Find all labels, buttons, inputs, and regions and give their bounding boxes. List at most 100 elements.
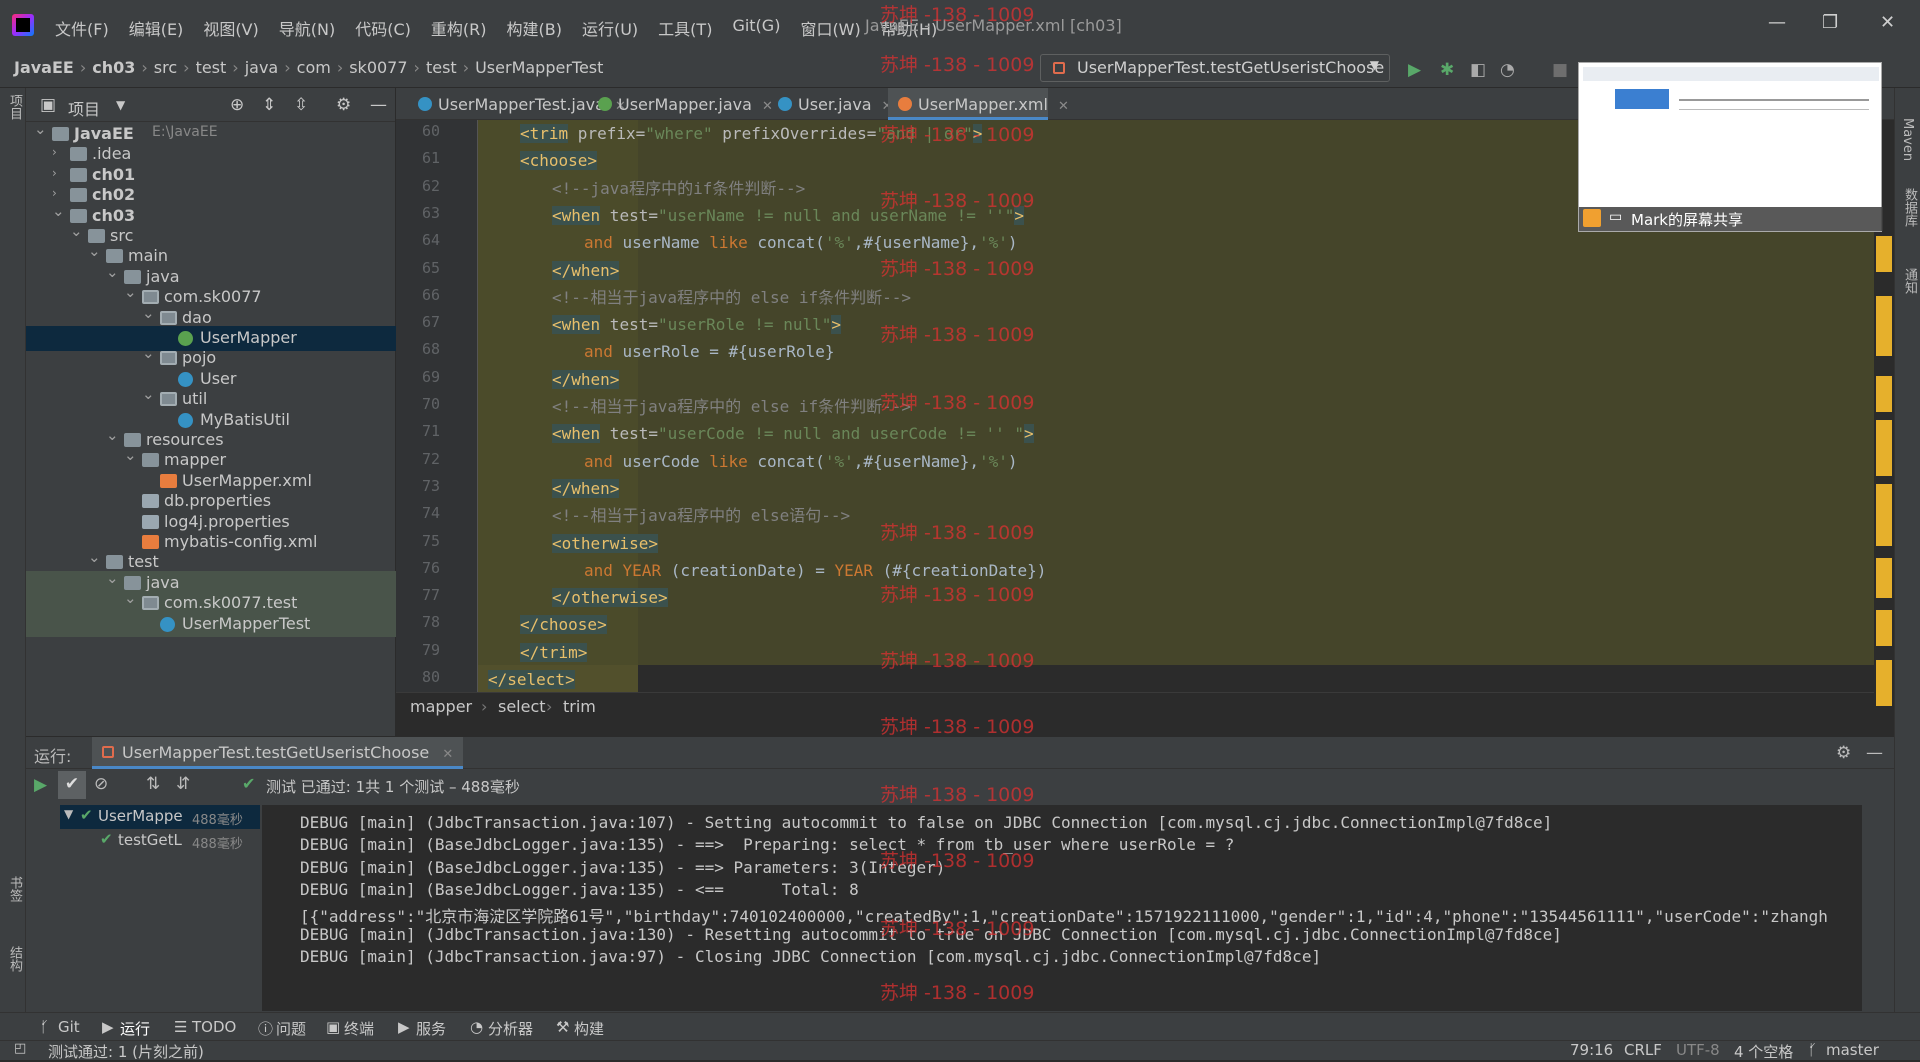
bookmarks-tool-tab[interactable]: 书签 — [5, 876, 24, 902]
breadcrumb-item[interactable]: test — [196, 58, 227, 77]
chevron-down-icon[interactable]: ⌄ — [34, 120, 47, 138]
tree-node[interactable]: UserMapperTest — [26, 611, 396, 637]
editor-tab[interactable]: UserMapper.java ✕ — [588, 88, 773, 120]
chevron-down-icon[interactable]: ⌄ — [142, 344, 155, 362]
tool-window-terminal[interactable]: 终端 — [344, 1018, 374, 1039]
sort-alpha-icon[interactable]: ⇅ — [146, 774, 160, 794]
indent-setting[interactable]: 4 个空格 — [1734, 1041, 1793, 1062]
folder-icon — [88, 229, 105, 243]
debug-icon[interactable]: ✱ — [1440, 60, 1454, 80]
package-icon — [142, 596, 159, 611]
run-configuration-select[interactable]: UserMapperTest.testGetUseristChoose ▼ — [1040, 54, 1390, 82]
coverage-icon[interactable]: ◧ — [1470, 60, 1486, 80]
chevron-down-icon[interactable]: ⌄ — [88, 242, 101, 260]
sort-duration-icon[interactable]: ⇵ — [176, 774, 190, 794]
chevron-down-icon[interactable]: ⌄ — [106, 569, 119, 587]
hide-panel-icon[interactable]: — — [1866, 743, 1883, 763]
stop-icon[interactable]: ■ — [1552, 60, 1568, 80]
screenshare-preview[interactable]: ▭ Mark的屏幕共享 — [1578, 62, 1883, 232]
menu-item[interactable]: 重构(R) — [431, 16, 487, 40]
rerun-icon[interactable]: ▶ — [34, 775, 47, 795]
editor-tab[interactable]: User.java✕ — [768, 88, 893, 120]
chevron-down-icon[interactable]: ⌄ — [88, 548, 101, 566]
restore-icon[interactable]: ❐ — [1822, 12, 1838, 33]
chevron-down-icon[interactable]: ⌄ — [106, 426, 119, 444]
menu-item[interactable]: 编辑(E) — [129, 16, 184, 40]
breadcrumb-item[interactable]: sk0077 — [349, 58, 407, 77]
expand-all-icon[interactable]: ⇕ — [262, 95, 276, 115]
status-panel-icon[interactable]: ◰ — [14, 1041, 26, 1056]
database-tool-tab[interactable]: 数据库 — [1900, 188, 1919, 227]
chevron-down-icon[interactable]: ▼ — [116, 98, 125, 112]
hide-panel-icon[interactable]: — — [370, 95, 387, 115]
menu-item[interactable]: 窗口(W) — [800, 16, 860, 40]
menu-item[interactable]: 运行(U) — [582, 16, 638, 40]
project-tool-tab[interactable]: 项目 — [5, 94, 24, 120]
breadcrumb-item[interactable]: ch03 — [92, 58, 135, 77]
show-passed-icon[interactable]: ✔ — [58, 771, 86, 799]
gear-icon[interactable]: ⚙ — [336, 95, 351, 115]
breadcrumb-item[interactable]: test — [426, 58, 457, 77]
tool-window-todo[interactable]: TODO — [192, 1018, 236, 1036]
chevron-down-icon[interactable]: ⌄ — [142, 385, 155, 403]
chevron-down-icon[interactable]: ⌄ — [52, 202, 65, 220]
editor-tab[interactable]: UserMapper.xml ✕ — [888, 88, 1069, 120]
close-tab-icon[interactable]: ✕ — [1058, 99, 1069, 114]
profile-icon[interactable]: ◔ — [1500, 60, 1515, 80]
console-output[interactable]: DEBUG [main] (JdbcTransaction.java:107) … — [262, 805, 1862, 1011]
chevron-down-icon[interactable]: ⌄ — [70, 222, 83, 240]
tool-window-run[interactable]: 运行 — [120, 1018, 150, 1039]
locate-icon[interactable]: ⊕ — [230, 95, 244, 115]
status-message[interactable]: 测试通过: 1 (片刻之前) — [48, 1041, 204, 1062]
breadcrumb-item[interactable]: src — [154, 58, 177, 77]
watermark-text: 苏坤 -138 - 1009 — [880, 784, 1035, 806]
breadcrumb-item[interactable]: UserMapperTest — [475, 58, 603, 77]
menu-item[interactable]: 代码(C) — [355, 16, 411, 40]
breadcrumb-item[interactable]: java — [245, 58, 279, 77]
line-separator[interactable]: CRLF — [1624, 1041, 1662, 1059]
tool-window-build[interactable]: 构建 — [574, 1018, 604, 1039]
show-ignored-icon[interactable]: ⊘ — [94, 774, 108, 794]
code-token: '%' — [824, 233, 854, 253]
breadcrumb-item[interactable]: com — [297, 58, 331, 77]
chevron-down-icon[interactable]: ⌄ — [142, 304, 155, 322]
tool-window-problems[interactable]: 问题 — [276, 1018, 306, 1039]
git-branch[interactable]: master — [1826, 1041, 1879, 1059]
gear-icon[interactable]: ⚙ — [1836, 743, 1851, 763]
editor-tab[interactable]: UserMapperTest.java ✕ — [408, 88, 626, 120]
tool-window-git[interactable]: Git — [58, 1018, 80, 1036]
menu-item[interactable]: 导航(N) — [279, 16, 335, 40]
chevron-down-icon[interactable]: ⌄ — [124, 283, 137, 301]
breadcrumb-mapper[interactable]: mapper — [410, 697, 472, 716]
chevron-right-icon[interactable]: › — [52, 186, 57, 200]
structure-tool-tab[interactable]: 结构 — [5, 946, 24, 972]
tool-window-profiler[interactable]: 分析器 — [488, 1018, 533, 1039]
run-icon[interactable]: ▶ — [1408, 60, 1421, 80]
file-encoding[interactable]: UTF-8 — [1676, 1041, 1720, 1059]
chevron-down-icon[interactable]: ⌄ — [124, 589, 137, 607]
menu-item[interactable]: 构建(B) — [507, 16, 562, 40]
close-tab-icon[interactable]: ✕ — [442, 747, 453, 762]
project-panel-title[interactable]: 项目 — [68, 96, 100, 120]
caret-position[interactable]: 79:16 — [1570, 1041, 1613, 1059]
breadcrumb-select[interactable]: select — [498, 697, 546, 716]
menu-item[interactable]: Git(G) — [732, 16, 780, 40]
chevron-right-icon[interactable]: › — [52, 145, 57, 159]
notifications-tool-tab[interactable]: 通知 — [1900, 268, 1919, 294]
breadcrumb-item[interactable]: JavaEE — [14, 58, 74, 77]
maven-tool-tab[interactable]: Maven — [1900, 118, 1915, 161]
chevron-right-icon[interactable]: › — [52, 166, 57, 180]
menu-item[interactable]: 视图(V) — [203, 16, 258, 40]
menu-item[interactable]: 文件(F) — [55, 16, 109, 40]
tool-window-services[interactable]: 服务 — [416, 1018, 446, 1039]
test-suite-row[interactable]: ▼ ✔ UserMappe 488毫秒 — [60, 805, 260, 829]
menu-item[interactable]: 工具(T) — [658, 16, 712, 40]
close-window-icon[interactable]: ✕ — [1880, 12, 1895, 33]
test-case-row[interactable]: ✔ testGetL 488毫秒 — [60, 829, 260, 853]
chevron-down-icon[interactable]: ⌄ — [124, 446, 137, 464]
breadcrumb-trim[interactable]: trim — [563, 697, 596, 716]
collapse-all-icon[interactable]: ⇳ — [294, 95, 308, 115]
run-tab[interactable]: UserMapperTest.testGetUseristChoose ✕ — [92, 737, 464, 769]
minimize-icon[interactable]: — — [1768, 12, 1786, 33]
chevron-down-icon[interactable]: ⌄ — [106, 263, 119, 281]
